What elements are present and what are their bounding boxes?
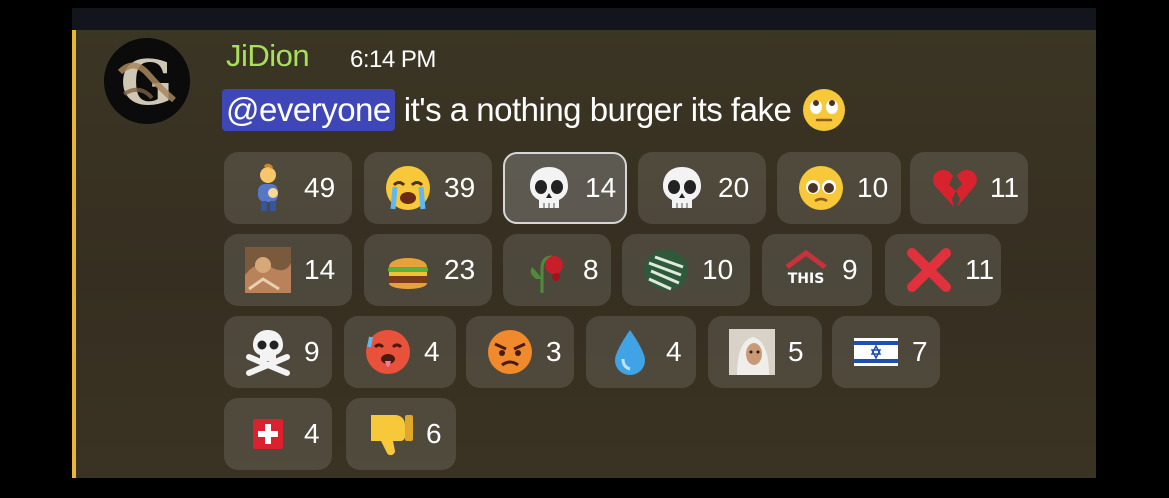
reaction-count: 14 — [585, 172, 617, 203]
flag-israel-icon — [850, 326, 902, 378]
everyone-mention[interactable]: @everyone — [222, 89, 395, 131]
reaction-count: 10 — [857, 172, 889, 203]
reaction-wilted-rose[interactable]: 8 — [503, 234, 611, 306]
this-arrow-icon: THIS — [780, 244, 832, 296]
reaction-count: 4 — [304, 418, 320, 449]
custom-selfie-icon — [726, 326, 778, 378]
reaction-droplet[interactable]: 4 — [586, 316, 696, 388]
droplet-icon — [604, 326, 656, 378]
thumbs-down-icon — [364, 408, 416, 460]
message-content: @everyone it's a nothing burger its fake — [222, 88, 847, 132]
reaction-this-arrow[interactable]: THIS 9 — [762, 234, 872, 306]
wilted-rose-icon — [521, 244, 573, 296]
skull-icon — [523, 162, 575, 214]
custom-green-pattern-icon — [640, 244, 692, 296]
broken-heart-icon — [928, 162, 980, 214]
reaction-count: 39 — [444, 172, 476, 203]
reaction-flag-israel[interactable]: 7 — [832, 316, 940, 388]
reaction-count: 9 — [304, 336, 320, 367]
reaction-count: 4 — [424, 336, 440, 367]
reaction-count: 7 — [912, 336, 928, 367]
reaction-skull-and-crossbones[interactable]: 9 — [224, 316, 332, 388]
reaction-count: 5 — [788, 336, 804, 367]
mention-highlight-bar — [72, 30, 76, 478]
avatar[interactable]: G — [104, 38, 190, 124]
reaction-count: 14 — [304, 254, 336, 285]
reaction-person-feeding-baby[interactable]: 49 — [224, 152, 352, 224]
reaction-custom-green-pattern[interactable]: 10 — [622, 234, 750, 306]
loudly-crying-face-icon — [382, 162, 434, 214]
reaction-custom-photo[interactable]: 14 — [224, 234, 352, 306]
top-bar — [72, 8, 1096, 30]
author-name[interactable]: JiDion — [226, 38, 310, 74]
flag-switzerland-icon — [242, 408, 294, 460]
pleading-face-icon — [795, 162, 847, 214]
cross-mark-icon — [903, 244, 955, 296]
reaction-skull-selected[interactable]: 14 — [503, 152, 627, 224]
svg-text:G: G — [121, 46, 174, 119]
reaction-count: 9 — [842, 254, 858, 285]
skull-icon — [656, 162, 708, 214]
reaction-count: 20 — [718, 172, 750, 203]
reaction-thumbs-down[interactable]: 6 — [346, 398, 456, 470]
reaction-count: 23 — [444, 254, 476, 285]
reaction-hot-face[interactable]: 4 — [344, 316, 456, 388]
hamburger-icon — [382, 244, 434, 296]
person-feeding-baby-icon — [242, 162, 294, 214]
reaction-loudly-crying-face[interactable]: 39 — [364, 152, 492, 224]
hot-face-icon — [362, 326, 414, 378]
reaction-custom-selfie[interactable]: 5 — [708, 316, 822, 388]
reaction-count: 6 — [426, 418, 442, 449]
timestamp: 6:14 PM — [350, 46, 436, 73]
message-container: G JiDion 6:14 PM @everyone it's a nothin… — [72, 30, 1096, 478]
reaction-count: 49 — [304, 172, 336, 203]
reaction-count: 10 — [702, 254, 734, 285]
skull-and-crossbones-icon — [242, 326, 294, 378]
reaction-cross-mark[interactable]: 11 — [885, 234, 1001, 306]
reaction-hamburger[interactable]: 23 — [364, 234, 492, 306]
reaction-broken-heart[interactable]: 11 — [910, 152, 1028, 224]
reaction-flag-switzerland[interactable]: 4 — [224, 398, 332, 470]
reaction-count: 11 — [990, 172, 1020, 203]
reaction-pleading-face[interactable]: 10 — [777, 152, 901, 224]
this-label: THIS — [788, 271, 825, 287]
rolling-eyes-icon — [801, 87, 847, 133]
reaction-angry-face[interactable]: 3 — [466, 316, 574, 388]
reaction-count: 4 — [666, 336, 682, 367]
reaction-skull[interactable]: 20 — [638, 152, 766, 224]
reaction-count: 3 — [546, 336, 562, 367]
reaction-count: 8 — [583, 254, 599, 285]
reaction-count: 11 — [965, 254, 995, 285]
angry-face-icon — [484, 326, 536, 378]
custom-photo-icon — [242, 244, 294, 296]
message-text: it's a nothing burger its fake — [403, 91, 792, 128]
